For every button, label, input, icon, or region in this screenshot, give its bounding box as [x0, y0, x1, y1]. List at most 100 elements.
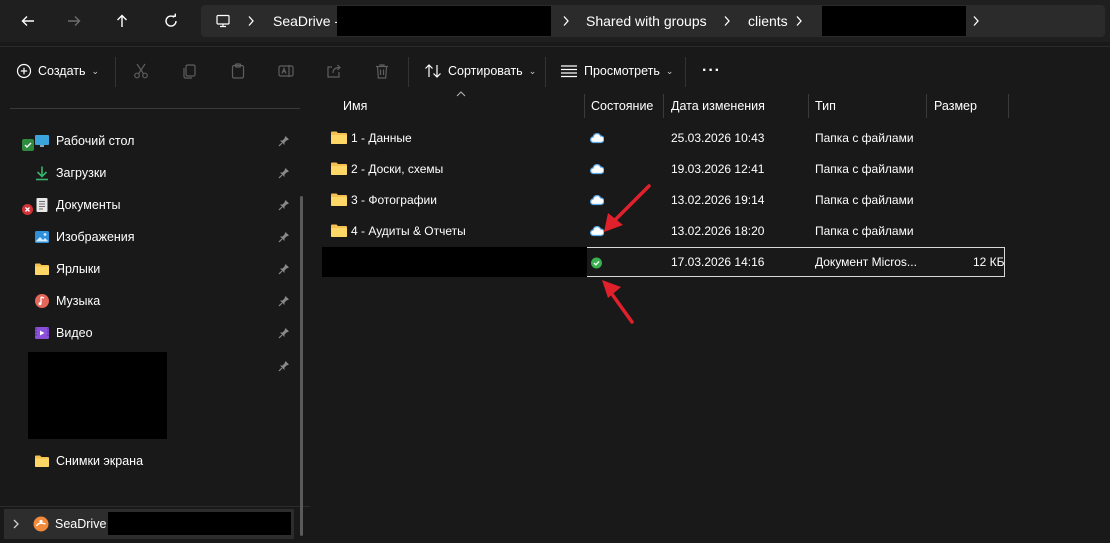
table-row[interactable]: 2 - Доски, схемы 19.03.2026 12:41 Папка … [322, 154, 1005, 184]
table-row-selected[interactable]: 17.03.2026 14:16 Документ Micros... 12 К… [322, 247, 1005, 277]
up-button[interactable] [106, 5, 138, 37]
sidebar-item-label: Документы [56, 198, 121, 212]
desktop-icon [35, 135, 49, 147]
column-divider[interactable] [808, 94, 809, 118]
back-button[interactable] [12, 5, 44, 37]
cut-icon[interactable] [130, 60, 152, 82]
breadcrumb-chevron-icon [793, 5, 805, 37]
file-date: 13.02.2026 18:20 [671, 224, 765, 238]
pictures-icon [35, 231, 49, 243]
share-icon[interactable] [323, 60, 345, 82]
more-options-button[interactable]: ··· [702, 58, 721, 84]
forward-button[interactable] [58, 5, 90, 37]
cloud-icon [590, 133, 604, 144]
create-button[interactable]: Создать ⌄ [16, 58, 99, 84]
breadcrumb-shared-with-groups[interactable]: Shared with groups [586, 5, 707, 37]
sidebar-item-shortcuts[interactable]: Ярлыки [0, 254, 295, 284]
chevron-down-icon: ⌄ [528, 65, 537, 76]
file-type: Документ Micros... [815, 255, 917, 269]
sort-icon [425, 64, 441, 78]
sidebar-item-label: Музыка [56, 294, 101, 308]
folder-icon [331, 162, 347, 175]
sidebar-item-desktop[interactable]: Рабочий стол [0, 126, 295, 156]
file-date: 25.03.2026 10:43 [671, 131, 765, 145]
toolbar-divider [115, 57, 116, 87]
sort-label: Сортировать [448, 64, 523, 78]
sort-button[interactable]: Сортировать ⌄ [424, 58, 536, 84]
command-bar: Создать ⌄ Сортировать ⌄ Просмотреть ⌄ ··… [0, 46, 1110, 94]
column-header-name[interactable]: Имя [343, 94, 367, 118]
paste-icon[interactable] [227, 60, 249, 82]
pin-icon [278, 168, 289, 179]
pin-icon [278, 232, 289, 243]
sidebar-item-downloads[interactable]: Загрузки [0, 158, 295, 188]
refresh-icon [165, 13, 177, 27]
sidebar-item-label: Загрузки [56, 166, 107, 180]
file-type: Папка с файлами [815, 224, 914, 238]
sync-badge-icon [22, 139, 34, 151]
column-divider[interactable] [1008, 94, 1009, 118]
table-row[interactable]: 3 - Фотографии 13.02.2026 19:14 Папка с … [322, 185, 1005, 215]
view-button[interactable]: Просмотреть ⌄ [560, 58, 673, 84]
sidebar-item-screenshots[interactable]: Снимки экрана [0, 446, 295, 476]
sidebar-item-seadrive[interactable]: SeaDrive - [4, 509, 294, 539]
column-header-type[interactable]: Тип [815, 94, 836, 118]
copy-icon[interactable] [178, 60, 200, 82]
annotation-arrow-icon [602, 280, 634, 324]
up-arrow-icon [117, 14, 127, 27]
table-row[interactable]: 4 - Аудиты & Отчеты 13.02.2026 18:20 Пап… [322, 216, 1005, 246]
toolbar-divider [408, 57, 409, 87]
sidebar-item-documents[interactable]: Документы [0, 190, 295, 220]
delete-icon[interactable] [371, 60, 393, 82]
sidebar-item-pictures[interactable]: Изображения [0, 222, 295, 252]
column-divider[interactable] [663, 94, 664, 118]
file-date: 17.03.2026 14:16 [671, 255, 765, 269]
folder-icon [331, 224, 347, 237]
column-header-status[interactable]: Состояние [591, 94, 653, 118]
sidebar-divider [10, 108, 300, 109]
file-type: Папка с файлами [815, 131, 914, 145]
redacted-account-name [337, 6, 551, 36]
sort-ascending-icon [456, 91, 466, 97]
folder-icon [331, 193, 347, 206]
sidebar-item-music[interactable]: Музыка [0, 286, 295, 316]
seadrive-logo-icon [33, 516, 49, 532]
column-header-size[interactable]: Размер [934, 94, 977, 118]
breadcrumb-seadrive[interactable]: SeaDrive - [273, 5, 339, 37]
address-bar[interactable]: SeaDrive - Shared with groups clients [201, 5, 1105, 37]
file-name: 4 - Аудиты & Отчеты [351, 224, 466, 238]
chevron-right-icon[interactable] [12, 519, 20, 529]
column-divider[interactable] [584, 94, 585, 118]
folder-icon [331, 131, 347, 144]
redacted-file-name [322, 247, 587, 277]
sidebar-item-label: Рабочий стол [56, 134, 135, 148]
toolbar-divider [545, 57, 546, 87]
redacted-sidebar-items [28, 352, 167, 439]
column-divider[interactable] [926, 94, 927, 118]
sidebar-scrollbar[interactable] [300, 196, 303, 536]
rename-icon[interactable] [275, 60, 297, 82]
refresh-button[interactable] [155, 5, 187, 37]
error-badge-icon [22, 204, 33, 215]
breadcrumb-chevron-icon [721, 5, 733, 37]
sidebar-item-video[interactable]: Видео [0, 318, 295, 348]
chevron-down-icon: ⌄ [91, 65, 100, 76]
file-type: Папка с файлами [815, 193, 914, 207]
file-name: 2 - Доски, схемы [351, 162, 444, 176]
pin-icon [278, 361, 289, 372]
table-row[interactable]: 1 - Данные 25.03.2026 10:43 Папка с файл… [322, 123, 1005, 153]
breadcrumb-chevron-icon [245, 5, 257, 37]
breadcrumb-clients[interactable]: clients [748, 5, 788, 37]
file-size: 12 КБ [973, 255, 1005, 269]
downloads-icon [36, 166, 48, 181]
forward-arrow-icon [68, 16, 81, 26]
computer-icon [207, 5, 239, 37]
file-type: Папка с файлами [815, 162, 914, 176]
pin-icon [278, 328, 289, 339]
sidebar-item-label: Ярлыки [56, 262, 101, 276]
redacted-folder-name [822, 6, 966, 36]
column-header-date[interactable]: Дата изменения [671, 94, 765, 118]
view-list-icon [561, 65, 577, 78]
folder-icon [35, 455, 49, 467]
chevron-down-icon: ⌄ [665, 65, 674, 76]
